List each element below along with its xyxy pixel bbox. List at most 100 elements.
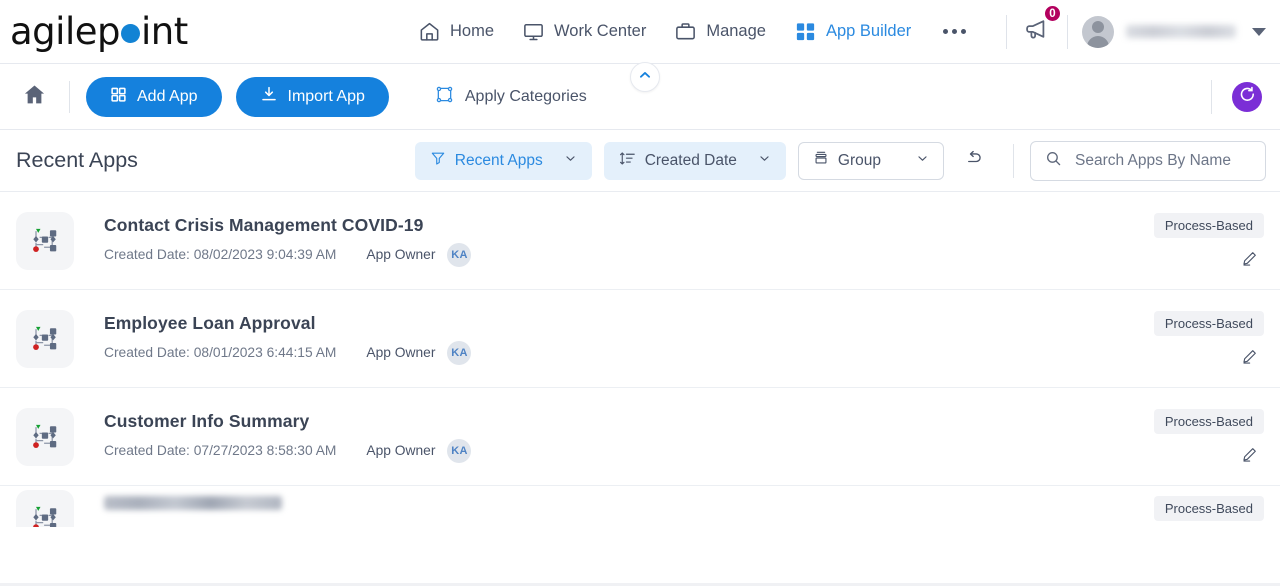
- nav-item-work-center[interactable]: Work Center: [522, 20, 646, 43]
- app-row-actions: Process-Based: [1153, 310, 1264, 367]
- refresh-icon: [1238, 85, 1257, 109]
- search-apps-box[interactable]: [1030, 140, 1266, 181]
- app-owner-label: App Owner: [366, 443, 436, 458]
- app-row-actions: Process-Based: [1153, 496, 1264, 521]
- search-input[interactable]: [1075, 151, 1251, 170]
- nav-item-home[interactable]: Home: [418, 20, 494, 43]
- page-title: Recent Apps: [16, 148, 138, 172]
- app-details: Employee Loan Approval Created Date: 08/…: [104, 313, 472, 365]
- home-icon: [418, 20, 441, 43]
- header-collapse-toggle[interactable]: [630, 62, 660, 92]
- nav-item-app-builder[interactable]: App Builder: [794, 20, 911, 43]
- user-avatar[interactable]: [1082, 15, 1114, 48]
- app-name[interactable]: Customer Info Summary: [104, 411, 471, 432]
- grid-icon: [794, 20, 817, 43]
- import-app-label: Import App: [287, 87, 365, 105]
- app-type-badge: Process-Based: [1153, 310, 1264, 336]
- app-owner-avatar[interactable]: KA: [447, 242, 472, 267]
- app-row-actions: Process-Based: [1153, 212, 1264, 269]
- chevron-up-icon: [638, 68, 652, 87]
- app-list-row[interactable]: Process-Based: [0, 486, 1280, 527]
- chevron-down-icon: [916, 152, 929, 170]
- app-created-date: Created Date: 08/02/2023 9:04:39 AM: [104, 247, 337, 262]
- megaphone-icon: [1023, 20, 1051, 47]
- divider: [69, 80, 70, 113]
- process-flow-icon: [16, 309, 74, 368]
- grid-icon: [110, 86, 127, 108]
- refresh-button[interactable]: [1232, 81, 1262, 112]
- add-app-label: Add App: [137, 87, 198, 105]
- divider: [1013, 143, 1014, 178]
- filter-dropdown-label: Recent Apps: [454, 151, 543, 169]
- divider: [1211, 79, 1212, 114]
- nav-item-manage-label: Manage: [706, 22, 766, 40]
- app-created-date: Created Date: 08/01/2023 6:44:15 AM: [104, 345, 337, 360]
- app-name[interactable]: [104, 496, 282, 510]
- nav-item-manage[interactable]: Manage: [674, 20, 766, 43]
- notifications-button[interactable]: 0: [1021, 4, 1062, 50]
- filter-controls: Recent Apps Created Date Group Search Ap…: [414, 140, 1266, 181]
- process-flow-icon: [16, 211, 74, 270]
- filter-dropdown-recent-apps[interactable]: Recent Apps: [414, 141, 592, 180]
- reset-filters-button[interactable]: [954, 143, 993, 179]
- nav-item-work-center-label: Work Center: [554, 22, 647, 40]
- app-list-row[interactable]: Contact Crisis Management COVID-19 Creat…: [0, 192, 1280, 290]
- monitor-icon: [522, 20, 545, 43]
- app-list-row[interactable]: Employee Loan Approval Created Date: 08/…: [0, 290, 1280, 388]
- import-app-button[interactable]: Import App: [235, 76, 389, 117]
- chevron-down-icon: [758, 152, 771, 170]
- group-icon: [813, 150, 829, 171]
- dot: [943, 29, 949, 34]
- notification-count-badge: 0: [1043, 4, 1062, 23]
- header-right-controls: 0: [992, 0, 1272, 64]
- group-dropdown-label: Group: [837, 151, 881, 169]
- toolbar-right: [1211, 79, 1262, 114]
- app-list-row[interactable]: Customer Info Summary Created Date: 07/2…: [0, 388, 1280, 486]
- app-owner-avatar[interactable]: KA: [447, 340, 472, 365]
- app-name[interactable]: Employee Loan Approval: [104, 313, 471, 334]
- more-options-icon[interactable]: [939, 29, 970, 34]
- edit-app-button[interactable]: [1235, 444, 1264, 465]
- download-icon: [260, 85, 278, 108]
- home-button[interactable]: [14, 78, 55, 116]
- sort-dropdown-created-date[interactable]: Created Date: [603, 141, 786, 180]
- filter-icon: [430, 150, 446, 171]
- global-header: agilep int Home Work Center Manage App B…: [0, 0, 1280, 64]
- add-app-button[interactable]: Add App: [86, 76, 222, 117]
- sort-icon: [619, 150, 636, 172]
- app-row-actions: Process-Based: [1153, 408, 1264, 465]
- nav-item-app-builder-label: App Builder: [825, 22, 912, 40]
- categories-icon: [435, 85, 454, 109]
- app-subinfo: Created Date: 08/02/2023 9:04:39 AM App …: [104, 242, 472, 267]
- app-subinfo: Created Date: 07/27/2023 8:58:30 AM App …: [104, 438, 472, 463]
- app-type-badge: Process-Based: [1153, 408, 1264, 434]
- app-type-badge: Process-Based: [1153, 496, 1264, 521]
- app-details: Contact Crisis Management COVID-19 Creat…: [104, 215, 472, 267]
- app-owner-label: App Owner: [366, 247, 436, 262]
- app-details: [104, 496, 282, 510]
- edit-app-button[interactable]: [1235, 248, 1264, 269]
- apply-categories-button[interactable]: Apply Categories: [421, 77, 601, 117]
- app-name[interactable]: Contact Crisis Management COVID-19: [104, 215, 471, 236]
- logo-dot-icon: [120, 24, 140, 43]
- app-owner-avatar[interactable]: KA: [447, 438, 472, 463]
- dot: [952, 29, 958, 34]
- dot: [961, 29, 967, 34]
- nav-item-home-label: Home: [450, 22, 495, 40]
- filter-toolbar: Recent Apps Recent Apps Created Date Gro…: [0, 130, 1280, 192]
- group-dropdown[interactable]: Group: [797, 141, 944, 180]
- apply-categories-label: Apply Categories: [464, 87, 587, 105]
- app-created-date: Created Date: 07/27/2023 8:58:30 AM: [104, 443, 337, 458]
- app-type-badge: Process-Based: [1153, 212, 1264, 238]
- undo-icon: [964, 149, 983, 173]
- briefcase-icon: [674, 20, 697, 43]
- chevron-down-icon: [564, 152, 577, 170]
- agilepoint-logo[interactable]: agilep int: [10, 0, 188, 64]
- recent-apps-list: Contact Crisis Management COVID-19 Creat…: [0, 192, 1280, 586]
- logo-text-part1: agilep: [10, 10, 120, 53]
- logo-text: agilep int: [10, 10, 188, 53]
- edit-app-button[interactable]: [1235, 346, 1264, 367]
- sort-dropdown-label: Created Date: [644, 151, 737, 169]
- app-subinfo: Created Date: 08/01/2023 6:44:15 AM App …: [104, 340, 472, 365]
- chevron-down-icon[interactable]: [1252, 27, 1266, 36]
